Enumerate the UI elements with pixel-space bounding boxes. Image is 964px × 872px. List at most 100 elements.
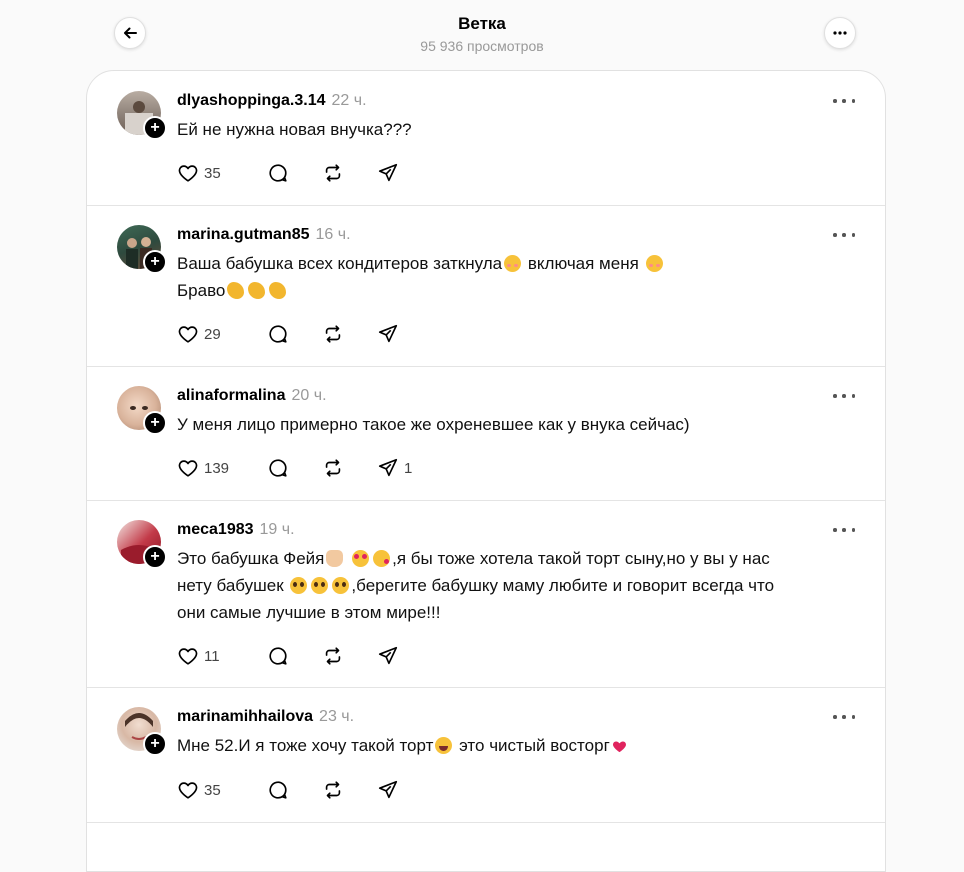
more-horizontal-icon xyxy=(833,31,847,35)
comment-icon xyxy=(269,164,287,182)
like-count: 29 xyxy=(204,325,221,343)
like-button[interactable]: 29 xyxy=(177,323,267,345)
post-more-icon[interactable] xyxy=(833,228,855,242)
like-button[interactable]: 35 xyxy=(177,779,267,801)
reply-button[interactable] xyxy=(267,645,322,667)
text-segment: Браво xyxy=(177,281,226,300)
post-actions: 139 1 xyxy=(177,457,437,479)
heart-eyes-emoji-icon xyxy=(352,550,370,567)
post-text-line: Это бабушка Фейя ,я бы тоже хотела такой… xyxy=(177,545,867,572)
follow-plus-icon[interactable]: + xyxy=(143,732,167,756)
post-text: У меня лицо примерно такое же охреневшее… xyxy=(177,411,867,438)
kissing-face-emoji-icon xyxy=(373,550,391,567)
like-count: 11 xyxy=(204,647,220,665)
like-count: 139 xyxy=(204,459,230,477)
pleading-face-emoji-icon xyxy=(311,577,329,594)
clapping-hands-emoji-icon xyxy=(248,282,266,299)
like-button[interactable]: 11 xyxy=(177,645,267,667)
reply-button[interactable] xyxy=(267,457,322,479)
share-button[interactable] xyxy=(377,162,437,184)
view-count: 95 936 просмотров xyxy=(420,38,544,54)
avatar[interactable]: + xyxy=(117,91,167,140)
text-segment: нету бабушек xyxy=(177,576,284,595)
post-text: Ей не нужна новая внучка??? xyxy=(177,116,867,143)
avatar[interactable]: + xyxy=(117,707,167,756)
repost-icon xyxy=(325,164,341,182)
clapping-hands-emoji-icon xyxy=(227,282,245,299)
send-icon xyxy=(378,458,398,477)
username[interactable]: marinamihhailova xyxy=(177,708,313,725)
share-button[interactable] xyxy=(377,323,437,345)
send-icon xyxy=(378,163,398,182)
post-text: Ваша бабушка всех кондитеров заткнула вк… xyxy=(177,250,867,304)
comment-icon xyxy=(269,325,287,343)
thumbs-up-emoji-icon xyxy=(326,550,344,567)
like-button[interactable]: 139 xyxy=(177,457,267,479)
timestamp[interactable]: 16 ч. xyxy=(315,226,350,243)
post-more-icon[interactable] xyxy=(833,710,855,724)
red-heart-emoji-icon xyxy=(612,741,626,753)
post-text-line: они самые лучшие в этом мире!!! xyxy=(177,603,441,622)
pleading-face-emoji-icon xyxy=(332,577,350,594)
like-count: 35 xyxy=(204,781,221,799)
follow-plus-icon[interactable]: + xyxy=(143,411,167,435)
reply-button[interactable] xyxy=(267,162,322,184)
timestamp[interactable]: 19 ч. xyxy=(260,521,295,538)
heart-icon xyxy=(178,782,198,799)
post-text-line: Ваша бабушка всех кондитеров заткнула вк… xyxy=(177,250,867,277)
send-icon xyxy=(378,780,398,799)
post-meta: marinamihhailova 23 ч. xyxy=(177,708,354,726)
follow-plus-icon[interactable]: + xyxy=(143,116,167,140)
text-segment: Ваша бабушка всех кондитеров заткнула xyxy=(177,254,503,273)
post: + dlyashoppinga.3.14 22 ч. Ей не нужна но… xyxy=(87,71,885,206)
laughing-face-emoji-icon xyxy=(435,737,453,754)
avatar[interactable]: + xyxy=(117,386,167,435)
heart-icon xyxy=(178,165,198,182)
repost-button[interactable] xyxy=(322,457,377,479)
timestamp[interactable]: 20 ч. xyxy=(291,387,326,404)
pleading-face-emoji-icon xyxy=(290,577,308,594)
post-actions: 11 xyxy=(177,645,437,667)
more-options-button[interactable] xyxy=(824,17,856,49)
comment-icon xyxy=(269,459,287,477)
post-text-line: Ей не нужна новая внучка??? xyxy=(177,120,412,139)
reply-button[interactable] xyxy=(267,779,322,801)
follow-plus-icon[interactable]: + xyxy=(143,545,167,569)
share-button[interactable]: 1 xyxy=(377,457,437,479)
reply-button[interactable] xyxy=(267,323,322,345)
header-title-block: Ветка 95 936 просмотров xyxy=(0,13,964,54)
post-more-icon[interactable] xyxy=(833,389,855,403)
smiling-blush-emoji-icon xyxy=(645,255,663,272)
username[interactable]: marina.gutman85 xyxy=(177,226,309,243)
timestamp[interactable]: 23 ч. xyxy=(319,708,354,725)
username[interactable]: alinaformalina xyxy=(177,387,285,404)
avatar[interactable]: + xyxy=(117,520,167,569)
heart-icon xyxy=(178,460,198,477)
repost-button[interactable] xyxy=(322,645,377,667)
post-actions: 35 xyxy=(177,162,437,184)
post: + alinaformalina 20 ч. У меня лицо пример… xyxy=(87,366,885,501)
text-segment: ,берегите бабушку маму любите и говорит … xyxy=(351,576,775,595)
username[interactable]: dlyashoppinga.3.14 xyxy=(177,92,325,109)
send-icon xyxy=(378,324,398,343)
like-button[interactable]: 35 xyxy=(177,162,267,184)
username[interactable]: meca1983 xyxy=(177,521,254,538)
post-text: Мне 52.И я тоже хочу такой торт это чист… xyxy=(177,732,867,759)
page-title: Ветка xyxy=(458,14,506,33)
repost-button[interactable] xyxy=(322,323,377,345)
heart-icon xyxy=(178,648,198,665)
post-more-icon[interactable] xyxy=(833,523,855,537)
share-button[interactable] xyxy=(377,645,437,667)
repost-icon xyxy=(325,647,341,665)
share-button[interactable] xyxy=(377,779,437,801)
post-meta: meca1983 19 ч. xyxy=(177,521,295,539)
post-text: Это бабушка Фейя ,я бы тоже хотела такой… xyxy=(177,545,867,626)
avatar[interactable]: + xyxy=(117,225,167,274)
post-more-icon[interactable] xyxy=(833,94,855,108)
follow-plus-icon[interactable]: + xyxy=(143,250,167,274)
repost-button[interactable] xyxy=(322,162,377,184)
repost-button[interactable] xyxy=(322,779,377,801)
post: + meca1983 19 ч. Это бабушка Фейя ,я бы т… xyxy=(87,500,885,688)
post: + marina.gutman85 16 ч. Ваша бабушка всех… xyxy=(87,205,885,367)
timestamp[interactable]: 22 ч. xyxy=(331,92,366,109)
